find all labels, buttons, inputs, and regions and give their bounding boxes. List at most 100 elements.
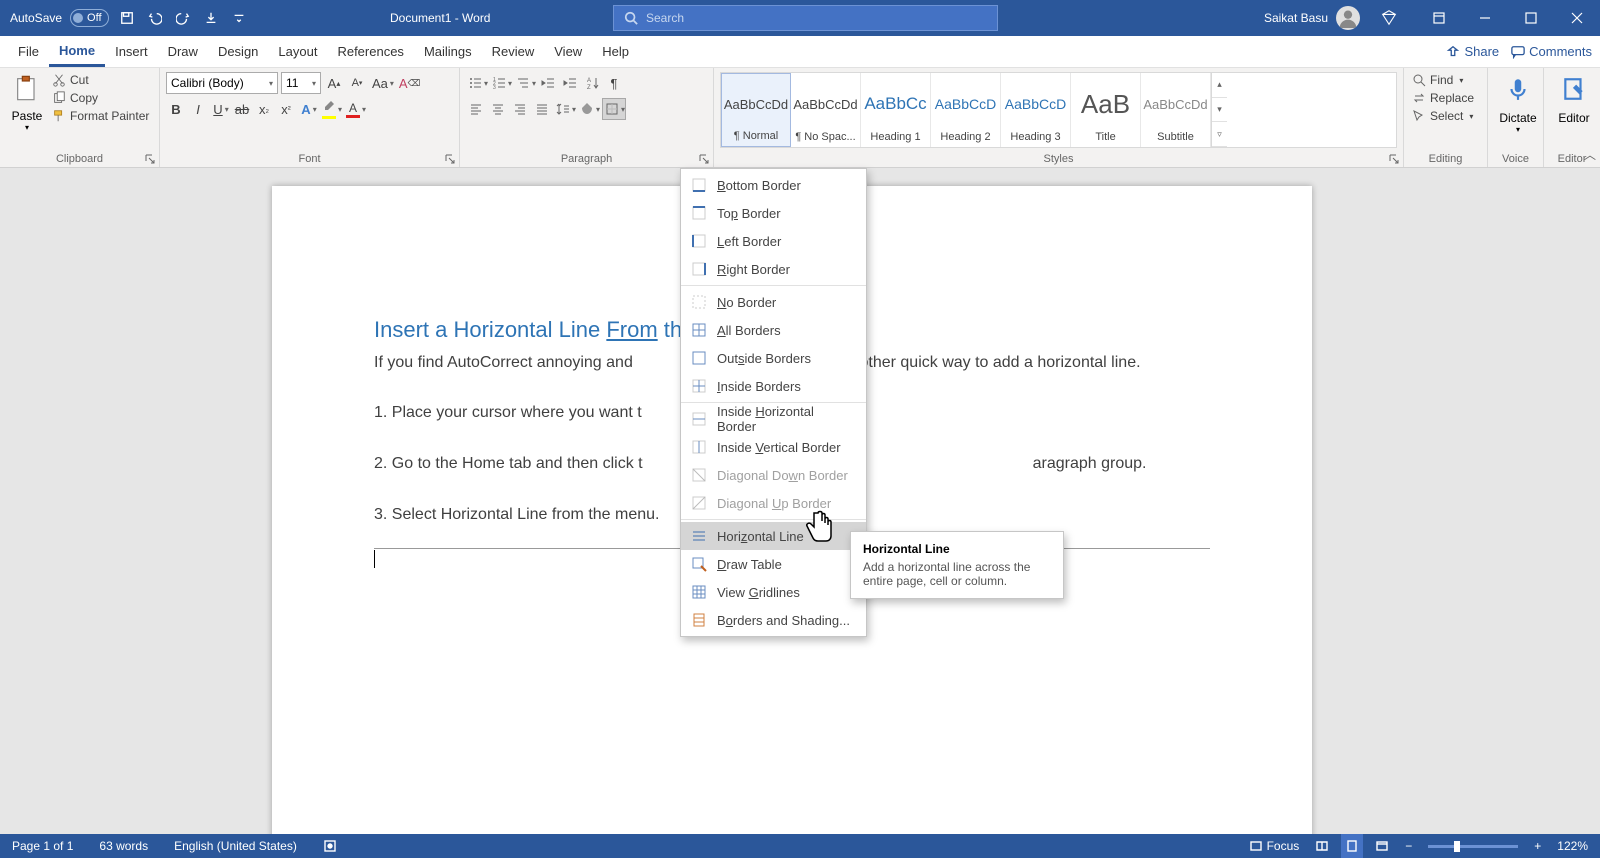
qat-customize-icon[interactable] [229, 8, 249, 28]
increase-indent-icon[interactable] [560, 72, 580, 94]
text-effects-icon[interactable]: A▾ [298, 98, 318, 120]
autosave-toggle[interactable]: Off [70, 9, 108, 27]
close-icon[interactable] [1554, 0, 1600, 36]
tab-insert[interactable]: Insert [105, 36, 158, 67]
multilevel-list-icon[interactable]: ▾ [514, 72, 536, 94]
save-icon[interactable] [117, 8, 137, 28]
menu-inside-v-border[interactable]: Inside Vertical Border [681, 433, 866, 461]
menu-inside-h-border[interactable]: Inside Horizontal Border [681, 405, 866, 433]
menu-outside-borders[interactable]: Outside Borders [681, 344, 866, 372]
tab-design[interactable]: Design [208, 36, 268, 67]
status-language[interactable]: English (United States) [170, 834, 301, 858]
menu-view-gridlines[interactable]: View Gridlines [681, 578, 866, 606]
zoom-in-icon[interactable]: + [1530, 834, 1545, 858]
menu-right-border[interactable]: Right Border [681, 255, 866, 283]
styles-more-icon[interactable]: ▿ [1212, 122, 1227, 147]
minimize-icon[interactable] [1462, 0, 1508, 36]
tab-review[interactable]: Review [482, 36, 545, 67]
maximize-icon[interactable] [1508, 0, 1554, 36]
font-launcher-icon[interactable] [444, 153, 456, 165]
avatar[interactable] [1336, 6, 1360, 30]
show-marks-icon[interactable]: ¶ [604, 72, 624, 94]
menu-inside-borders[interactable]: Inside Borders [681, 372, 866, 400]
highlight-icon[interactable]: ▾ [320, 98, 342, 120]
menu-top-border[interactable]: Top Border [681, 199, 866, 227]
align-left-icon[interactable] [466, 98, 486, 120]
borders-button[interactable]: ▾ [602, 98, 626, 120]
styles-gallery[interactable]: AaBbCcDd¶ Normal AaBbCcDd¶ No Spac... Aa… [720, 72, 1397, 148]
tab-file[interactable]: File [0, 36, 49, 67]
style-heading1[interactable]: AaBbCcHeading 1 [861, 73, 931, 147]
menu-all-borders[interactable]: All Borders [681, 316, 866, 344]
style-subtitle[interactable]: AaBbCcDdSubtitle [1141, 73, 1211, 147]
find-button[interactable]: Find▾ [1410, 72, 1481, 88]
dictate-button[interactable]: Dictate▾ [1494, 72, 1542, 134]
tab-references[interactable]: References [327, 36, 413, 67]
menu-horizontal-line[interactable]: Horizontal Line [681, 522, 866, 550]
focus-mode-button[interactable]: Focus [1245, 834, 1304, 858]
comments-button[interactable]: Comments [1511, 44, 1592, 59]
italic-icon[interactable]: I [188, 98, 208, 120]
font-size-combo[interactable]: 11▾ [281, 72, 321, 94]
font-name-combo[interactable]: Calibri (Body)▾ [166, 72, 278, 94]
cut-button[interactable]: Cut [50, 72, 151, 88]
shading-icon[interactable]: ▾ [578, 98, 600, 120]
format-painter-button[interactable]: Format Painter [50, 108, 151, 124]
styles-scroll-up-icon[interactable]: ▴ [1212, 73, 1227, 98]
touch-mode-icon[interactable] [201, 8, 221, 28]
decrease-indent-icon[interactable] [538, 72, 558, 94]
zoom-out-icon[interactable]: − [1401, 834, 1416, 858]
tab-layout[interactable]: Layout [268, 36, 327, 67]
superscript-icon[interactable]: x [276, 98, 296, 120]
replace-button[interactable]: Replace [1410, 90, 1481, 106]
redo-icon[interactable] [173, 8, 193, 28]
underline-icon[interactable]: U▾ [210, 98, 230, 120]
status-page[interactable]: Page 1 of 1 [8, 834, 77, 858]
style-title[interactable]: AaBTitle [1071, 73, 1141, 147]
tab-help[interactable]: Help [592, 36, 639, 67]
menu-borders-shading[interactable]: Borders and Shading... [681, 606, 866, 634]
tab-view[interactable]: View [544, 36, 592, 67]
justify-icon[interactable] [532, 98, 552, 120]
paste-button[interactable]: Paste▾ [6, 72, 48, 148]
change-case-icon[interactable]: Aa▾ [370, 72, 394, 94]
share-button[interactable]: Share [1446, 44, 1499, 59]
style-heading3[interactable]: AaBbCcDHeading 3 [1001, 73, 1071, 147]
web-layout-icon[interactable] [1371, 834, 1393, 858]
menu-draw-table[interactable]: Draw Table [681, 550, 866, 578]
status-macro-icon[interactable] [319, 834, 341, 858]
undo-icon[interactable] [145, 8, 165, 28]
read-mode-icon[interactable] [1311, 834, 1333, 858]
zoom-level[interactable]: 122% [1553, 834, 1592, 858]
editor-button[interactable]: Editor [1550, 72, 1598, 125]
sort-icon[interactable]: AZ [582, 72, 602, 94]
ribbon-display-icon[interactable] [1416, 0, 1462, 36]
search-input[interactable]: Search [613, 5, 998, 31]
increase-font-icon[interactable]: A▴ [324, 72, 344, 94]
bold-icon[interactable]: B [166, 98, 186, 120]
align-center-icon[interactable] [488, 98, 508, 120]
premium-diamond-icon[interactable] [1380, 9, 1398, 27]
menu-no-border[interactable]: No Border [681, 288, 866, 316]
style-normal[interactable]: AaBbCcDd¶ Normal [721, 73, 791, 147]
style-heading2[interactable]: AaBbCcDHeading 2 [931, 73, 1001, 147]
clipboard-launcher-icon[interactable] [144, 153, 156, 165]
print-layout-icon[interactable] [1341, 834, 1363, 858]
styles-scroll-down-icon[interactable]: ▾ [1212, 98, 1227, 123]
style-no-spacing[interactable]: AaBbCcDd¶ No Spac... [791, 73, 861, 147]
select-button[interactable]: Select▾ [1410, 108, 1481, 124]
collapse-ribbon-icon[interactable]: ︿ [1584, 146, 1596, 163]
font-color-icon[interactable]: A▾ [344, 98, 366, 120]
status-words[interactable]: 63 words [95, 834, 152, 858]
menu-bottom-border[interactable]: Bottom Border [681, 171, 866, 199]
strikethrough-icon[interactable]: ab [232, 98, 252, 120]
subscript-icon[interactable]: x [254, 98, 274, 120]
tab-home[interactable]: Home [49, 36, 105, 67]
tab-draw[interactable]: Draw [158, 36, 208, 67]
copy-button[interactable]: Copy [50, 90, 151, 106]
bullets-icon[interactable]: ▾ [466, 72, 488, 94]
clear-formatting-icon[interactable]: A⌫ [397, 72, 422, 94]
numbering-icon[interactable]: 123▾ [490, 72, 512, 94]
tab-mailings[interactable]: Mailings [414, 36, 482, 67]
styles-launcher-icon[interactable] [1388, 153, 1400, 165]
